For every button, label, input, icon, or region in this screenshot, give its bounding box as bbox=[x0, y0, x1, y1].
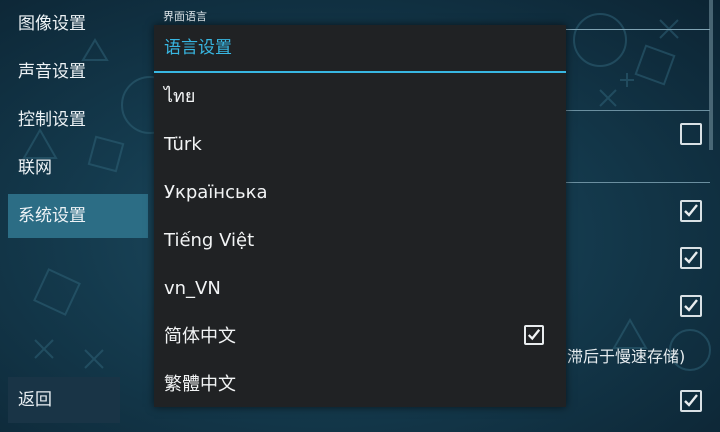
language-option-thai[interactable]: ไทย bbox=[154, 73, 566, 121]
language-label: 简体中文 bbox=[164, 326, 236, 347]
back-button[interactable]: 返回 bbox=[8, 377, 120, 423]
language-label: 繁體中文 bbox=[164, 374, 236, 395]
check-icon bbox=[684, 299, 698, 312]
setting-checkbox[interactable] bbox=[680, 390, 702, 412]
check-icon bbox=[684, 394, 698, 407]
dialog-title: 语言设置 bbox=[164, 38, 232, 58]
language-label: ไทย bbox=[164, 86, 196, 107]
sidebar-item-audio[interactable]: 声音设置 bbox=[8, 50, 148, 94]
selected-checkbox[interactable] bbox=[524, 325, 544, 345]
setting-checkbox[interactable] bbox=[680, 200, 702, 222]
sidebar-item-networking[interactable]: 联网 bbox=[8, 146, 148, 190]
setting-checkbox[interactable] bbox=[680, 247, 702, 269]
language-option-simplified-chinese[interactable]: 简体中文 bbox=[154, 313, 566, 361]
check-icon bbox=[527, 329, 541, 341]
sidebar-item-controls[interactable]: 控制设置 bbox=[8, 98, 148, 142]
language-option-turkish[interactable]: Türk bbox=[154, 121, 566, 169]
language-label: vn_VN bbox=[164, 278, 221, 299]
check-icon bbox=[684, 251, 698, 264]
language-label: Tiếng Việt bbox=[164, 230, 255, 251]
language-option-vn-vn[interactable]: vn_VN bbox=[154, 265, 566, 313]
section-label: 界面语言 bbox=[163, 10, 207, 23]
sidebar-item-graphics[interactable]: 图像设置 bbox=[8, 2, 148, 46]
language-option-vietnamese[interactable]: Tiếng Việt bbox=[154, 217, 566, 265]
sidebar-item-system[interactable]: 系统设置 bbox=[8, 194, 148, 238]
language-option-ukrainian[interactable]: Українська bbox=[154, 169, 566, 217]
language-dialog: 语言设置 ไทย Türk Українська Tiếng Việt vn_V… bbox=[154, 25, 566, 407]
language-list[interactable]: ไทย Türk Українська Tiếng Việt vn_VN 简体中… bbox=[154, 73, 566, 407]
check-icon bbox=[684, 204, 698, 217]
language-label: Українська bbox=[164, 182, 268, 203]
setting-checkbox[interactable] bbox=[680, 123, 702, 145]
language-label: Türk bbox=[164, 134, 202, 155]
setting-description: 滞后于慢速存储) bbox=[567, 347, 686, 366]
sidebar: 图像设置 声音设置 控制设置 联网 系统设置 返回 bbox=[0, 0, 155, 432]
setting-checkbox[interactable] bbox=[680, 295, 702, 317]
language-option-traditional-chinese[interactable]: 繁體中文 bbox=[154, 361, 566, 407]
